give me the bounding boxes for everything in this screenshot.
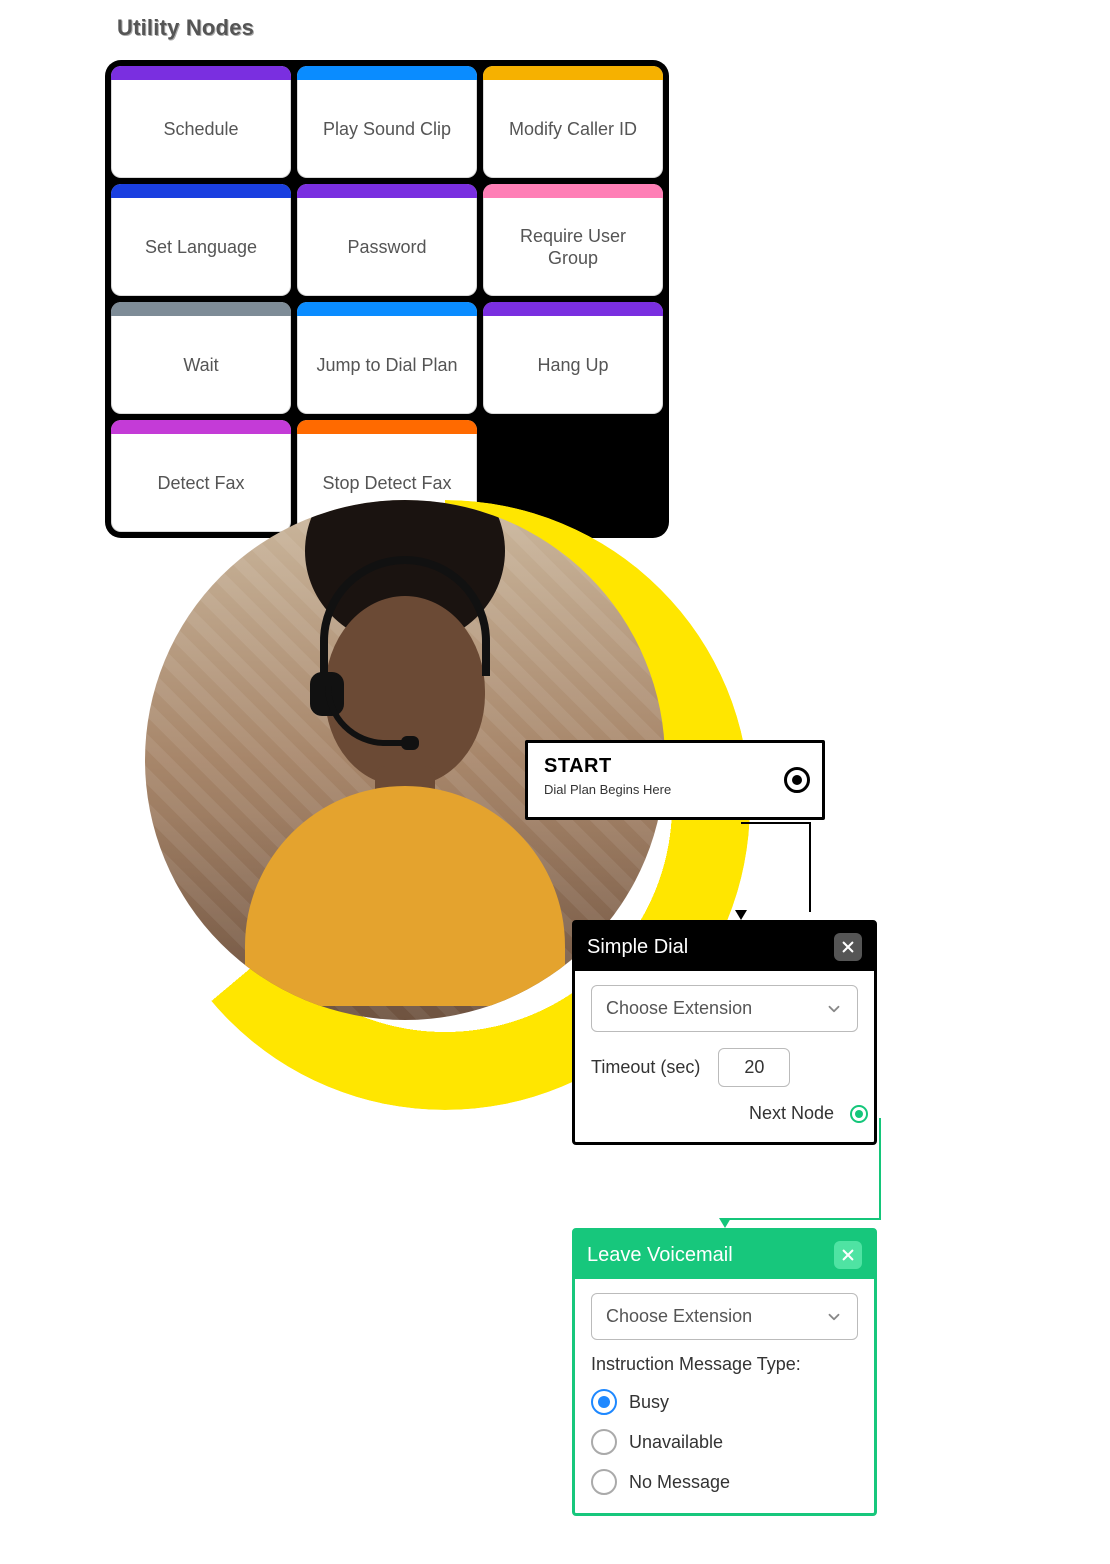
utility-node[interactable]: Hang Up <box>483 302 663 414</box>
radio-label: Busy <box>629 1392 669 1413</box>
timeout-label: Timeout (sec) <box>591 1057 700 1078</box>
node-color-bar <box>111 66 291 80</box>
utility-node[interactable]: Wait <box>111 302 291 414</box>
instruction-type-label: Instruction Message Type: <box>591 1354 858 1375</box>
choose-extension-placeholder: Choose Extension <box>606 998 752 1019</box>
utility-node[interactable]: Set Language <box>111 184 291 296</box>
utility-node[interactable]: Require User Group <box>483 184 663 296</box>
node-color-bar <box>297 420 477 434</box>
voicemail-extension-placeholder: Choose Extension <box>606 1306 752 1327</box>
node-label: Schedule <box>111 80 291 178</box>
utility-nodes-grid: SchedulePlay Sound ClipModify Caller ID S… <box>105 60 669 538</box>
instruction-radio[interactable]: Unavailable <box>591 1429 858 1455</box>
node-label: Set Language <box>111 198 291 296</box>
connector-simple-to-voicemail <box>725 1118 881 1220</box>
close-icon[interactable] <box>834 933 862 961</box>
leave-voicemail-panel[interactable]: Leave Voicemail Choose Extension Instruc… <box>572 1228 877 1516</box>
start-output-port[interactable] <box>784 767 810 793</box>
chevron-down-icon <box>825 1308 843 1326</box>
radio-icon <box>591 1469 617 1495</box>
node-color-bar <box>297 184 477 198</box>
connector-start-to-simple <box>741 822 811 912</box>
node-label: Jump to Dial Plan <box>297 316 477 414</box>
utility-node[interactable]: Jump to Dial Plan <box>297 302 477 414</box>
instruction-radio[interactable]: Busy <box>591 1389 858 1415</box>
instruction-radio[interactable]: No Message <box>591 1469 858 1495</box>
chevron-down-icon <box>825 1000 843 1018</box>
voicemail-title: Leave Voicemail <box>587 1244 733 1267</box>
node-color-bar <box>483 66 663 80</box>
node-color-bar <box>297 302 477 316</box>
arrow-icon <box>719 1218 731 1228</box>
simple-dial-panel[interactable]: Simple Dial Choose Extension Timeout (se… <box>572 920 877 1145</box>
timeout-input[interactable]: 20 <box>718 1048 790 1087</box>
utility-node[interactable]: Play Sound Clip <box>297 66 477 178</box>
radio-icon <box>591 1389 617 1415</box>
node-color-bar <box>111 184 291 198</box>
utility-node[interactable]: Modify Caller ID <box>483 66 663 178</box>
voicemail-extension-select[interactable]: Choose Extension <box>591 1293 858 1340</box>
arrow-icon <box>735 910 747 920</box>
utility-node[interactable]: Password <box>297 184 477 296</box>
section-title: Utility Nodes <box>117 15 254 41</box>
choose-extension-select[interactable]: Choose Extension <box>591 985 858 1032</box>
node-label: Password <box>297 198 477 296</box>
radio-icon <box>591 1429 617 1455</box>
radio-label: No Message <box>629 1472 730 1493</box>
node-color-bar <box>297 66 477 80</box>
node-color-bar <box>483 302 663 316</box>
start-subtitle: Dial Plan Begins Here <box>544 782 806 797</box>
close-icon[interactable] <box>834 1241 862 1269</box>
start-title: START <box>544 755 806 778</box>
node-label: Wait <box>111 316 291 414</box>
node-color-bar <box>111 420 291 434</box>
radio-label: Unavailable <box>629 1432 723 1453</box>
node-label: Hang Up <box>483 316 663 414</box>
node-color-bar <box>111 302 291 316</box>
node-color-bar <box>483 184 663 198</box>
simple-dial-title: Simple Dial <box>587 936 688 959</box>
start-node[interactable]: START Dial Plan Begins Here <box>525 740 825 820</box>
node-label: Modify Caller ID <box>483 80 663 178</box>
node-label: Play Sound Clip <box>297 80 477 178</box>
node-label: Require User Group <box>483 198 663 296</box>
utility-node[interactable]: Schedule <box>111 66 291 178</box>
